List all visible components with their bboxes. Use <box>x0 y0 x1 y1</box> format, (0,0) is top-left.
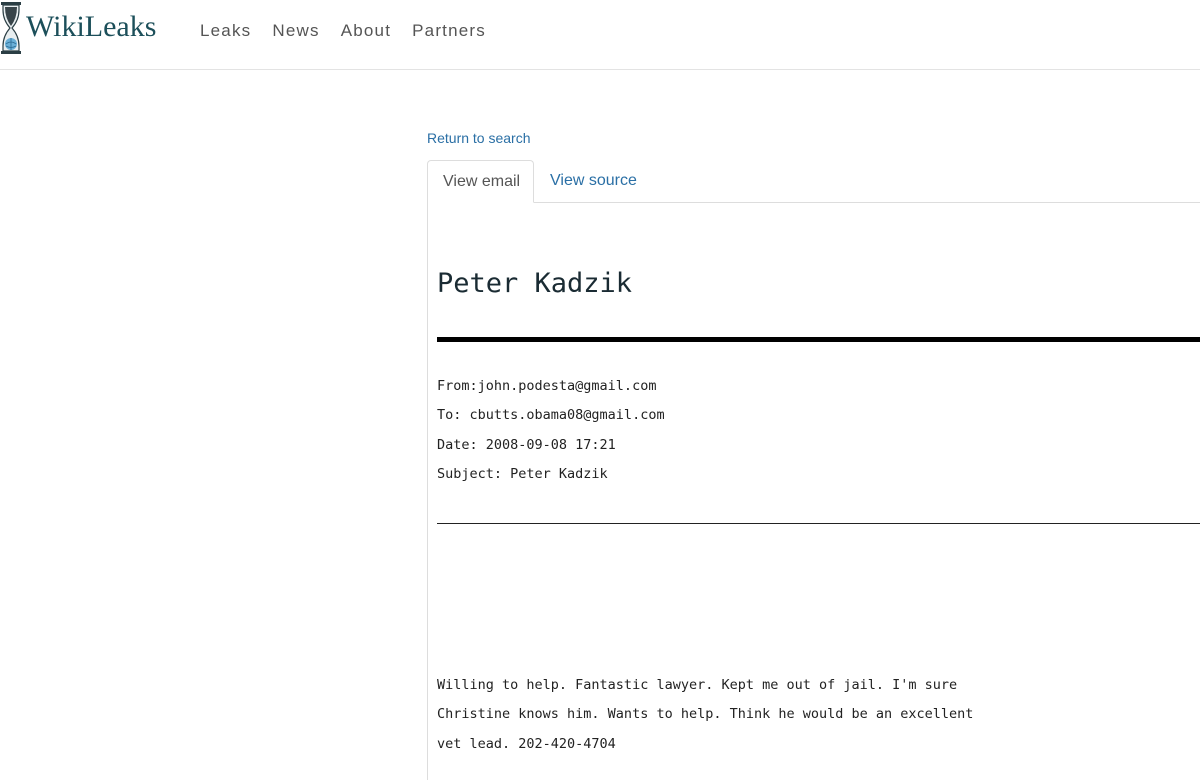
header-divider <box>437 523 1200 524</box>
top-navbar: WikiLeaks Leaks News About Partners <box>0 0 1200 70</box>
brand-name: WikiLeaks <box>26 10 157 43</box>
title-divider <box>437 337 1200 342</box>
nav-item-about[interactable]: About <box>341 21 391 41</box>
nav-item-partners[interactable]: Partners <box>412 21 486 41</box>
tab-view-email[interactable]: View email <box>427 160 534 203</box>
nav-item-news[interactable]: News <box>272 21 319 41</box>
main-nav: Leaks News About Partners <box>200 21 507 41</box>
email-body-line: Christine knows him. Wants to help. Thin… <box>437 706 974 722</box>
return-to-search-link[interactable]: Return to search <box>427 130 531 146</box>
email-body-line: vet lead. 202-420-4704 <box>437 736 616 752</box>
tab-view-source[interactable]: View source <box>550 160 637 202</box>
email-title: Peter Kadzik <box>437 268 633 299</box>
email-body-line: Willing to help. Fantastic lawyer. Kept … <box>437 677 958 693</box>
email-view-tabs: View email View source <box>427 160 1200 203</box>
nav-item-leaks[interactable]: Leaks <box>200 21 251 41</box>
content-left-border <box>427 202 428 780</box>
email-from: From:john.podesta@gmail.com <box>437 378 657 394</box>
hourglass-globe-icon <box>1 2 21 54</box>
email-subject: Subject: Peter Kadzik <box>437 466 608 482</box>
email-date: Date: 2008-09-08 17:21 <box>437 437 616 453</box>
email-to: To: cbutts.obama08@gmail.com <box>437 407 665 423</box>
